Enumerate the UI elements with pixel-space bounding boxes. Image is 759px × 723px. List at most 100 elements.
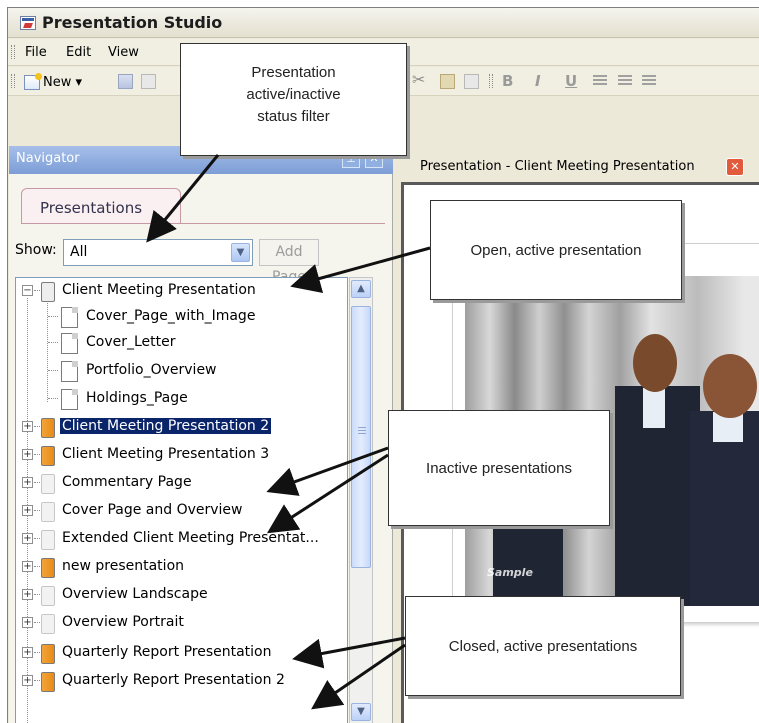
menu-file[interactable]: File (25, 45, 47, 60)
show-label: Show: (15, 242, 57, 258)
add-page-button[interactable]: Add Page (259, 239, 319, 285)
scroll-down-icon[interactable]: ▼ (351, 703, 371, 721)
cut-icon[interactable]: ✂ (412, 70, 427, 89)
expand-icon[interactable]: + (22, 561, 33, 572)
navigator-title: Navigator (16, 151, 80, 166)
person-face (633, 334, 677, 392)
shirt-detail (643, 388, 665, 428)
paste-icon[interactable] (440, 74, 455, 89)
tree-item-label: Quarterly Report Presentation (62, 644, 272, 660)
tree-connector (48, 316, 58, 317)
scroll-up-icon[interactable]: ▲ (351, 280, 371, 298)
callout-line: active/inactive (246, 86, 341, 103)
page-icon (61, 307, 78, 328)
inactive-presentation-icon (41, 530, 55, 550)
align-center-icon[interactable] (618, 75, 632, 87)
collapse-icon[interactable]: − (22, 285, 33, 296)
tree-item-label: Holdings_Page (86, 390, 188, 406)
tab-presentations[interactable]: Presentations (21, 188, 181, 223)
expand-icon[interactable]: + (22, 675, 33, 686)
active-presentation-icon (41, 558, 55, 578)
callout-line: status filter (257, 108, 330, 125)
callout-status-filter: Presentation active/inactive status filt… (180, 43, 407, 156)
callout-line: Presentation (251, 64, 336, 81)
tree-item-label: Cover_Letter (86, 334, 176, 350)
expand-icon[interactable]: + (22, 449, 33, 460)
tree-item-presentation[interactable]: + Quarterly Report Presentation (16, 640, 347, 670)
expand-icon[interactable]: + (22, 477, 33, 488)
underline-button[interactable]: U (565, 72, 577, 90)
tree-item-presentation[interactable]: + new presentation (16, 554, 347, 584)
active-presentation-icon (41, 446, 55, 466)
bold-button[interactable]: B (502, 72, 513, 90)
tree-item-page[interactable]: Holdings_Page (16, 386, 347, 416)
active-presentation-icon (41, 418, 55, 438)
tree-item-label: Overview Portrait (62, 614, 184, 630)
tree-connector (48, 342, 58, 343)
presentation-icon (41, 282, 55, 302)
tree-item-presentation[interactable]: + Extended Client Meeting Presentat... (16, 526, 347, 556)
status-filter-select[interactable]: All ▼ (63, 239, 253, 266)
title-bar: Presentation Studio (8, 8, 759, 38)
copy-icon[interactable] (464, 74, 479, 89)
scrollbar-thumb[interactable] (351, 306, 371, 568)
align-right-icon[interactable] (642, 75, 656, 87)
presentation-tree: − Client Meeting Presentation Cover_Page… (15, 277, 348, 723)
person-face (703, 354, 757, 418)
tree-item-label: Cover_Page_with_Image (86, 308, 256, 324)
menubar-grip[interactable] (11, 45, 15, 59)
callout-inactive: Inactive presentations (388, 410, 610, 526)
expand-icon[interactable]: + (22, 617, 33, 628)
menu-view[interactable]: View (108, 45, 139, 60)
new-icon (24, 72, 42, 90)
expand-icon[interactable]: + (22, 505, 33, 516)
active-presentation-icon (41, 644, 55, 664)
tree-item-presentation[interactable]: + Cover Page and Overview (16, 498, 347, 528)
expand-icon[interactable]: + (22, 647, 33, 658)
app-icon (20, 16, 36, 30)
callout-closed-active: Closed, active presentations (405, 596, 681, 696)
tree-item-presentation[interactable]: + Client Meeting Presentation 3 (16, 442, 347, 472)
tree-item-label: Overview Landscape (62, 586, 208, 602)
expand-icon[interactable]: + (22, 533, 33, 544)
tree-scrollbar[interactable]: ▲ ▼ (349, 277, 373, 723)
tree-item-presentation[interactable]: + Commentary Page (16, 470, 347, 500)
save-all-icon[interactable] (141, 74, 156, 89)
page-icon (61, 333, 78, 354)
active-presentation-icon (41, 672, 55, 692)
page-icon (61, 361, 78, 382)
tree-item-page[interactable]: Portfolio_Overview (16, 358, 347, 388)
inactive-presentation-icon (41, 474, 55, 494)
tree-item-presentation[interactable]: + Client Meeting Presentation 2 (16, 414, 347, 444)
tree-item-label: Portfolio_Overview (86, 362, 217, 378)
tree-item-label: Client Meeting Presentation 3 (62, 446, 270, 462)
tree-connector (48, 370, 58, 371)
menu-edit[interactable]: Edit (66, 45, 91, 60)
new-button[interactable]: New ▾ (24, 72, 83, 91)
chevron-down-icon[interactable]: ▼ (231, 243, 250, 262)
align-left-icon[interactable] (593, 75, 607, 87)
save-icon[interactable] (118, 74, 133, 89)
watermark-text: Sample (487, 566, 533, 579)
new-label: New ▾ (43, 74, 83, 90)
tab-presentations-label: Presentations (40, 199, 143, 217)
tree-item-page[interactable]: Cover_Letter (16, 330, 347, 360)
expand-icon[interactable]: + (22, 421, 33, 432)
tree-item-label: Extended Client Meeting Presentat... (62, 530, 319, 546)
tab-divider (21, 223, 385, 224)
inactive-presentation-icon (41, 614, 55, 634)
toolbar-grip[interactable] (11, 74, 15, 88)
tab-document[interactable]: Presentation - Client Meeting Presentati… (408, 154, 759, 182)
tree-connector (48, 398, 58, 399)
italic-button[interactable]: I (535, 72, 541, 90)
expand-icon[interactable]: + (22, 589, 33, 600)
close-icon[interactable]: ✕ (726, 158, 744, 176)
tree-item-label: Cover Page and Overview (62, 502, 243, 518)
tree-item-presentation[interactable]: + Overview Portrait (16, 610, 347, 640)
document-tab-title: Presentation - Client Meeting Presentati… (420, 159, 695, 174)
status-filter-value: All (70, 244, 88, 260)
tree-item-presentation[interactable]: + Quarterly Report Presentation 2 (16, 668, 347, 698)
tree-item-presentation[interactable]: + Overview Landscape (16, 582, 347, 612)
page-icon (61, 389, 78, 410)
tree-item-label: Commentary Page (62, 474, 192, 490)
